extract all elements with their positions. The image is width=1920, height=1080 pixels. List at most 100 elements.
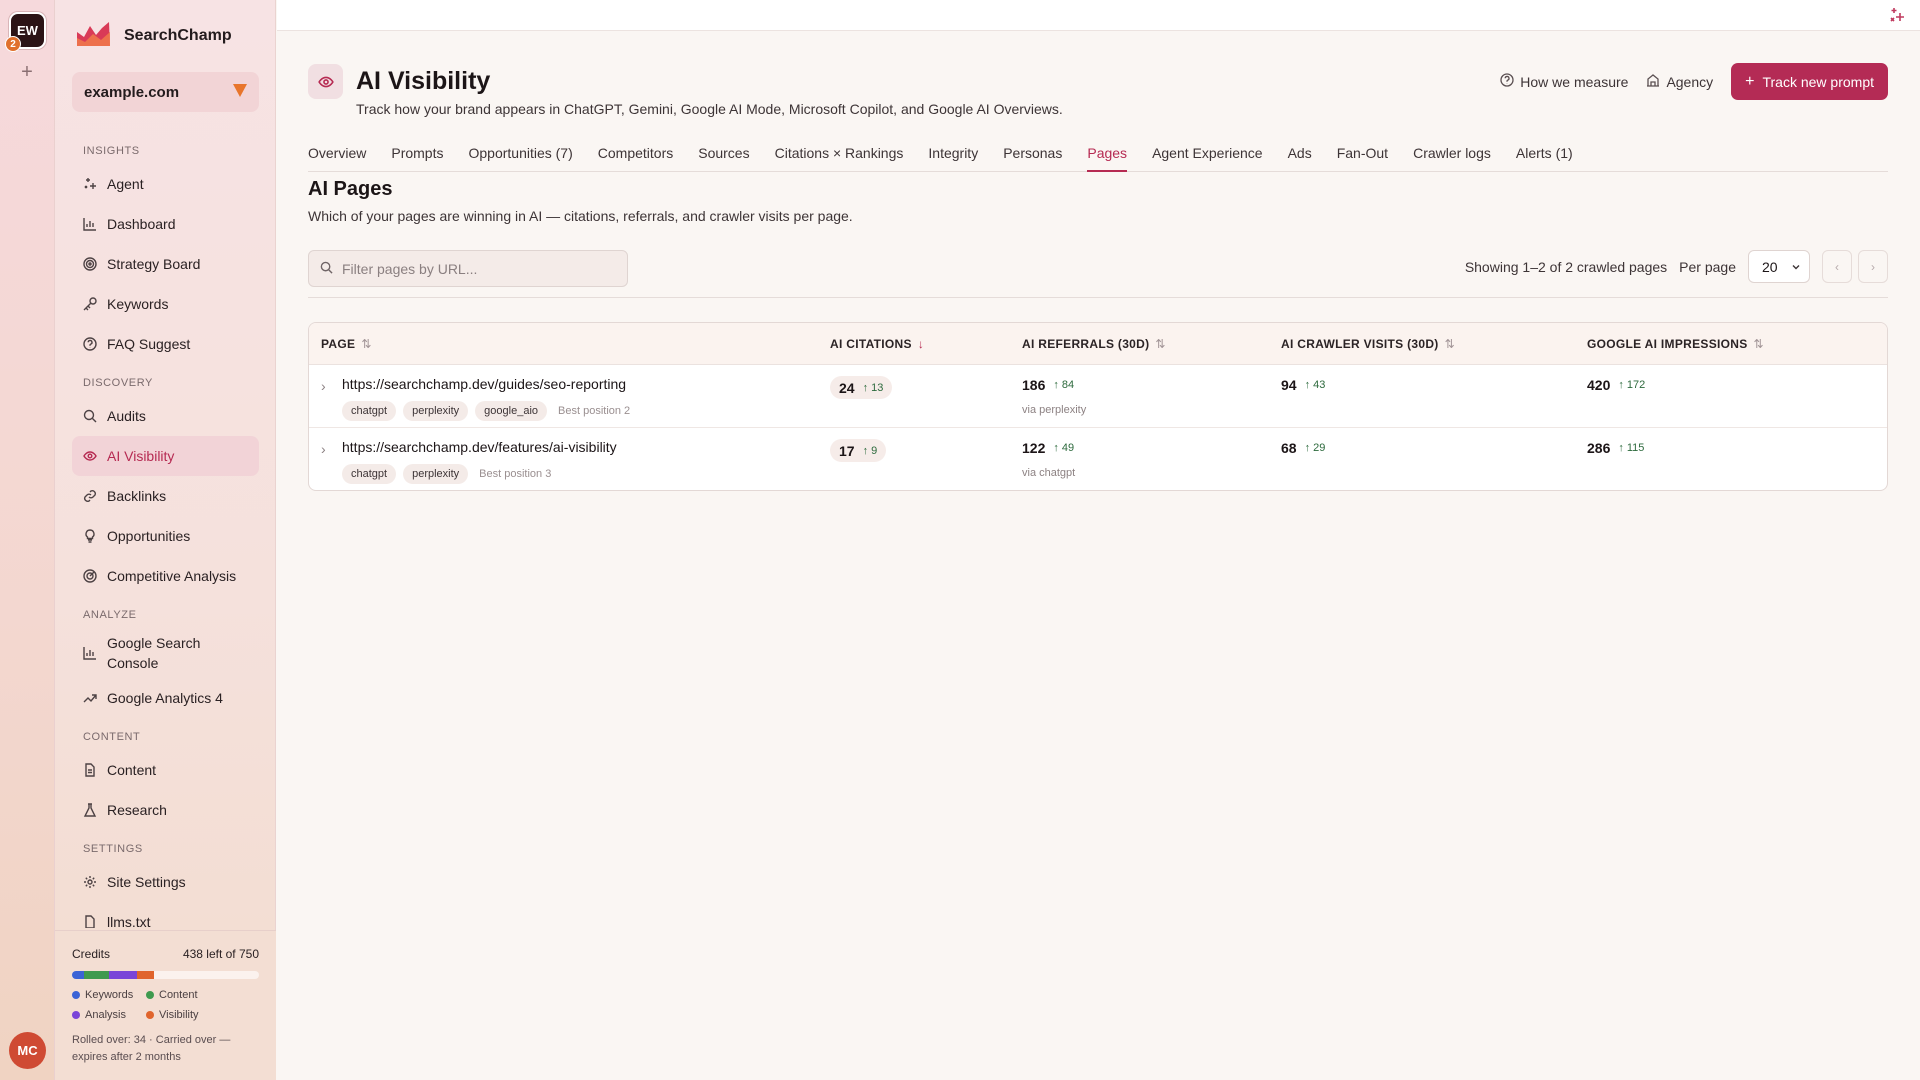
- chevron-down-icon: [1791, 259, 1801, 275]
- column-header-page[interactable]: PAGE ⇅: [321, 323, 372, 365]
- tab-competitors[interactable]: Competitors: [598, 144, 673, 172]
- search-icon: [83, 409, 97, 423]
- tab-opportunities[interactable]: Opportunities (7): [468, 144, 572, 172]
- ai-citations-cell: 17 ↑ 9: [830, 439, 887, 462]
- best-position: Best position 2: [558, 405, 631, 417]
- workspace-badge: 2: [5, 36, 21, 52]
- sidebar-item-competitive-analysis[interactable]: Competitive Analysis: [72, 556, 259, 596]
- sidebar-item-dashboard[interactable]: Dashboard: [72, 204, 259, 244]
- tab-alerts[interactable]: Alerts (1): [1516, 144, 1573, 172]
- brand[interactable]: SearchChamp: [75, 16, 232, 56]
- sidebar-item-label: FAQ Suggest: [107, 336, 191, 352]
- table-row[interactable]: › https://searchchamp.dev/features/ai-vi…: [309, 428, 1887, 490]
- table-row[interactable]: › https://searchchamp.dev/guides/seo-rep…: [309, 365, 1887, 428]
- page-url[interactable]: https://searchchamp.dev/features/ai-visi…: [342, 439, 617, 455]
- sidebar-item-keywords[interactable]: Keywords: [72, 284, 259, 324]
- chevron-right-icon[interactable]: ›: [321, 378, 326, 394]
- arrow-up-icon: ↑: [1053, 379, 1059, 391]
- ai-citations-cell: 24 ↑ 13: [830, 376, 893, 399]
- delta-up: ↑ 9: [862, 444, 878, 457]
- sidebar-item-strategy-board[interactable]: Strategy Board: [72, 244, 259, 284]
- tab-ads[interactable]: Ads: [1288, 144, 1312, 172]
- column-header-ai-crawler-visits[interactable]: AI CRAWLER VISITS (30D) ⇅: [1281, 323, 1455, 365]
- tab-personas[interactable]: Personas: [1003, 144, 1062, 172]
- credits-legend: Keywords Content Analysis Visibility: [72, 989, 259, 1021]
- section-description: Which of your pages are winning in AI — …: [308, 208, 853, 224]
- tab-pages[interactable]: Pages: [1087, 144, 1128, 172]
- sidebar-item-label: Agent: [107, 176, 144, 192]
- credits-usage-bar: [72, 971, 259, 979]
- section-title: AI Pages: [308, 178, 393, 200]
- legend-visibility: Visibility: [146, 1009, 246, 1021]
- page-title: AI Visibility: [356, 67, 491, 95]
- prev-page-button[interactable]: ‹: [1822, 250, 1852, 283]
- tab-prompts[interactable]: Prompts: [391, 144, 443, 172]
- workspace-rail: EW 2 + MC: [0, 0, 55, 1080]
- tab-fan-out[interactable]: Fan-Out: [1337, 144, 1388, 172]
- pagination-summary: Showing 1–2 of 2 crawled pages: [1464, 258, 1668, 275]
- delta-up: ↑ 13: [862, 381, 884, 394]
- sidebar-item-opportunities[interactable]: Opportunities: [72, 516, 259, 556]
- brand-name: SearchChamp: [124, 27, 232, 44]
- delta-up: ↑ 172: [1618, 379, 1646, 391]
- tab-overview[interactable]: Overview: [308, 144, 366, 172]
- track-new-prompt-label: Track new prompt: [1762, 73, 1874, 90]
- column-header-ai-citations[interactable]: AI CITATIONS ↓: [830, 323, 924, 365]
- sidebar-item-audits[interactable]: Audits: [72, 396, 259, 436]
- legend-content: Content: [146, 989, 246, 1001]
- agency-link[interactable]: Agency: [1646, 73, 1713, 90]
- pagination: Showing 1–2 of 2 crawled pages Per page …: [1465, 250, 1888, 283]
- how-we-measure-link[interactable]: How we measure: [1500, 73, 1628, 90]
- sidebar-item-label: Backlinks: [107, 488, 167, 504]
- site-selector-value: example.com: [84, 83, 180, 101]
- per-page-select[interactable]: 20: [1748, 250, 1810, 283]
- tab-sources[interactable]: Sources: [698, 144, 749, 172]
- sidebar-item-label: Dashboard: [107, 216, 176, 232]
- sidebar-item-ai-visibility[interactable]: AI Visibility: [72, 436, 259, 476]
- sidebar-item-research[interactable]: Research: [72, 790, 259, 830]
- sidebar-item-llms-txt[interactable]: llms.txt: [72, 902, 259, 928]
- ai-crawler-visits-cell: 68 ↑ 29: [1281, 440, 1326, 456]
- next-page-button[interactable]: ›: [1858, 250, 1888, 283]
- engine-tag: chatgpt: [342, 401, 397, 421]
- column-header-google-ai-impressions[interactable]: GOOGLE AI IMPRESSIONS ⇅: [1587, 323, 1764, 365]
- sparkle-icon[interactable]: [1888, 6, 1906, 29]
- sort-icon: ⇅: [1753, 337, 1764, 351]
- sidebar-item-google-analytics-4[interactable]: Google Analytics 4: [72, 678, 259, 718]
- delta-up: ↑ 84: [1053, 379, 1075, 391]
- arrow-up-icon: ↑: [862, 381, 869, 394]
- tab-citations-rankings[interactable]: Citations × Rankings: [775, 144, 904, 172]
- tab-agent-experience[interactable]: Agent Experience: [1152, 144, 1263, 172]
- tab-crawler-logs[interactable]: Crawler logs: [1413, 144, 1491, 172]
- arrow-up-icon: ↑: [862, 444, 869, 457]
- sidebar-item-backlinks[interactable]: Backlinks: [72, 476, 259, 516]
- credits-segment-keywords: [72, 971, 84, 979]
- ai-crawler-visits-cell: 94 ↑ 43: [1281, 377, 1326, 393]
- chart-crown-logo: [75, 20, 112, 53]
- gear-icon: [83, 875, 97, 889]
- sidebar-item-faq-suggest[interactable]: FAQ Suggest: [72, 324, 259, 364]
- filter-input[interactable]: Filter pages by URL...: [308, 250, 628, 287]
- per-page-value: 20: [1762, 258, 1778, 275]
- engine-tag: perplexity: [403, 464, 469, 484]
- chevron-right-icon[interactable]: ›: [321, 441, 326, 457]
- column-header-ai-referrals[interactable]: AI REFERRALS (30D) ⇅: [1022, 323, 1166, 365]
- tab-integrity[interactable]: Integrity: [928, 144, 978, 172]
- engine-tag: google_aio: [475, 401, 548, 421]
- sidebar-item-content[interactable]: Content: [72, 750, 259, 790]
- document-icon: [83, 763, 97, 777]
- credits-remaining: 438 left of 750: [182, 947, 259, 961]
- building-icon: [1646, 73, 1660, 90]
- track-new-prompt-button[interactable]: + Track new prompt: [1731, 63, 1888, 100]
- sidebar-item-label: Site Settings: [107, 874, 186, 890]
- sidebar-item-label: Competitive Analysis: [107, 568, 237, 584]
- file-icon: [83, 915, 97, 928]
- site-selector[interactable]: example.com: [72, 72, 259, 112]
- sidebar-item-site-settings[interactable]: Site Settings: [72, 862, 259, 902]
- user-avatar[interactable]: MC: [9, 1032, 46, 1069]
- page-url[interactable]: https://searchchamp.dev/guides/seo-repor…: [342, 376, 626, 392]
- ai-referrals-cell: 122 ↑ 49: [1022, 440, 1075, 456]
- sidebar-item-agent[interactable]: Agent: [72, 164, 259, 204]
- sidebar-item-google-search-console[interactable]: Google Search Console: [72, 628, 259, 678]
- add-workspace-button[interactable]: +: [17, 62, 37, 82]
